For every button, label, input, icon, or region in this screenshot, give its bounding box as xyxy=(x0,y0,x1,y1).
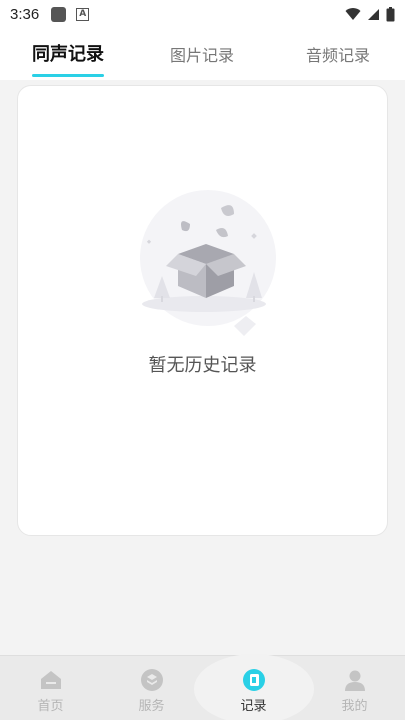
wifi-icon xyxy=(345,7,361,20)
tab-image-records[interactable]: 图片记录 xyxy=(170,42,234,66)
nav-item-profile[interactable]: 我的 xyxy=(304,656,405,720)
nav-item-home[interactable]: 首页 xyxy=(0,656,101,720)
nav-label-home: 首页 xyxy=(37,699,64,714)
keyboard-notification-icon: A xyxy=(76,7,90,21)
status-bar: 3:36 A xyxy=(0,0,405,28)
nav-label-records: 记录 xyxy=(240,699,267,714)
nav-label-service: 服务 xyxy=(138,699,165,714)
nav-item-service[interactable]: 服务 xyxy=(101,656,202,720)
bottom-navigation: 首页 服务 记录 我的 xyxy=(0,654,405,720)
app-notification-icon xyxy=(51,6,67,22)
empty-box-illustration xyxy=(140,190,276,336)
status-time: 3:36 xyxy=(10,5,40,23)
tab-audio-records[interactable]: 音频记录 xyxy=(306,42,370,66)
battery-icon xyxy=(386,6,395,21)
service-icon xyxy=(140,669,163,691)
profile-icon xyxy=(344,670,365,691)
nav-item-records[interactable]: 记录 xyxy=(203,656,304,720)
records-icon xyxy=(242,669,265,691)
active-tab-indicator xyxy=(32,74,104,77)
record-tabs: 同声记录 图片记录 音频记录 xyxy=(0,28,405,80)
nav-label-profile: 我的 xyxy=(341,699,368,714)
tab-simultaneous-records[interactable]: 同声记录 xyxy=(32,40,104,66)
records-card: 暂无历史记录 xyxy=(17,85,388,536)
empty-state-message: 暂无历史记录 xyxy=(148,355,257,376)
home-icon xyxy=(40,671,61,689)
signal-icon xyxy=(368,8,379,20)
